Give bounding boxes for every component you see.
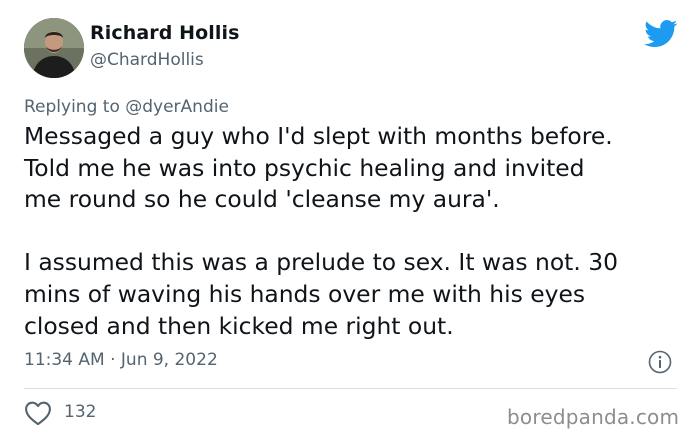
tweet-text-line: Told me he was into psychic healing and … — [24, 153, 585, 182]
tweet-text-line: closed and then kicked me right out. — [24, 311, 454, 340]
tweet-timestamp[interactable]: 11:34 AM · Jun 9, 2022 — [24, 350, 218, 370]
reply-mention-link[interactable]: @dyerAndie — [125, 97, 229, 117]
info-icon[interactable] — [648, 350, 672, 374]
tweet-text-line: Messaged a guy who I'd slept with months… — [24, 122, 613, 150]
like-count[interactable]: 132 — [64, 402, 96, 422]
reply-prefix: Replying to — [24, 97, 120, 117]
twitter-bird-icon[interactable] — [644, 20, 678, 48]
author-handle[interactable]: @ChardHollis — [90, 50, 204, 70]
divider — [24, 388, 677, 389]
reply-context: Replying to @dyerAndie — [24, 97, 229, 117]
avatar-photo — [24, 18, 84, 78]
heart-icon[interactable] — [24, 400, 52, 426]
author-display-name[interactable]: Richard Hollis — [90, 22, 240, 44]
tweet-text-line: I assumed this was a prelude to sex. It … — [24, 248, 618, 277]
avatar[interactable] — [24, 18, 84, 78]
tweet-text: Messaged a guy who I'd slept with months… — [24, 121, 684, 342]
tweet-text-line: mins of waving his hands over me with hi… — [24, 279, 586, 308]
watermark: boredpanda.com — [507, 405, 680, 429]
tweet-card: Richard Hollis @ChardHollis Replying to … — [0, 0, 700, 441]
tweet-text-line: me round so he could 'cleanse my aura'. — [24, 185, 500, 214]
